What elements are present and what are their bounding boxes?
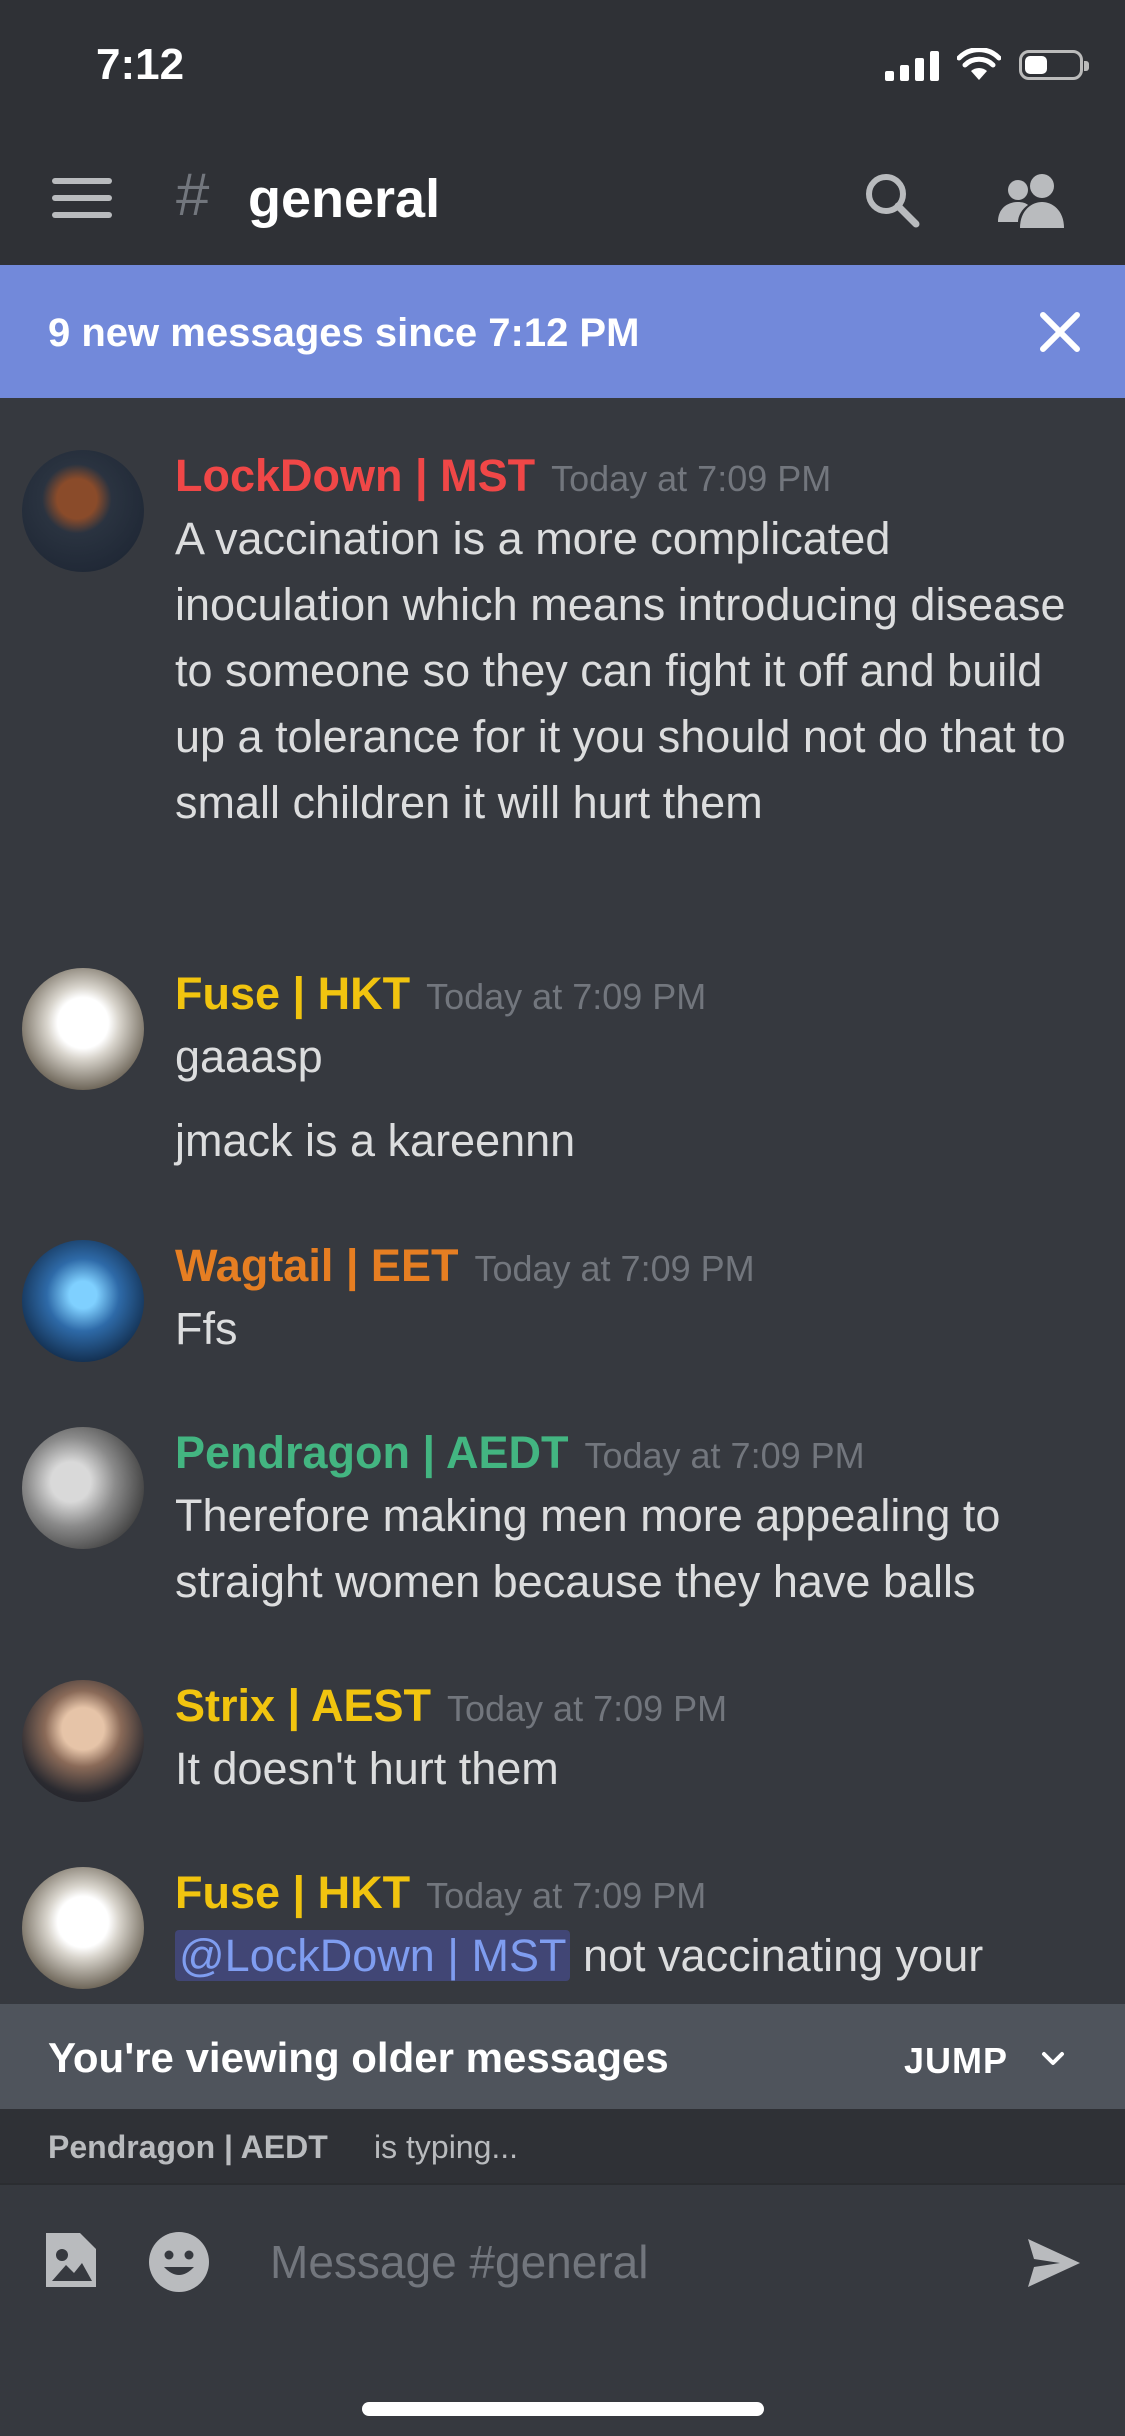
top-bar: 7:12 # general [0,0,1125,265]
timestamp: Today at 7:09 PM [584,1435,865,1476]
message-text: gaaasp [175,1031,323,1082]
timestamp: Today at 7:09 PM [446,1688,728,1729]
message-text: Therefore making men more appealing to s… [175,1490,1001,1607]
avatar[interactable] [22,1240,144,1362]
chevron-down-icon[interactable] [1038,2044,1068,2074]
new-messages-text: 9 new messages since 7:12 PM [48,311,640,355]
avatar[interactable] [22,1427,144,1549]
search-icon[interactable] [862,170,922,230]
typing-text: is typing... [374,2129,519,2165]
new-messages-banner[interactable]: 9 new messages since 7:12 PM [0,265,1125,398]
older-messages-text: You're viewing older messages [48,2034,669,2081]
status-icons [885,48,1089,82]
message-composer [0,2183,1125,2436]
avatar[interactable] [22,1680,144,1802]
message-text: A vaccination is a more complicated inoc… [175,513,1066,828]
message-text: jmack is a kareennn [175,1115,576,1166]
message-text: @LockDown | MST not vaccinating your [175,1923,1085,1989]
hamburger-menu-icon[interactable] [52,178,112,222]
older-messages-bar: You're viewing older messages JUMP [0,2004,1125,2109]
members-icon[interactable] [996,172,1070,228]
author-name[interactable]: Fuse | HKT [175,1867,410,1919]
message-list: LockDown | MST Today at 7:09 PM A vaccin… [0,398,1125,2004]
typing-indicator: Pendragon | AEDT is typing... [0,2109,1125,2183]
image-upload-icon[interactable] [40,2229,102,2291]
send-icon[interactable] [1026,2237,1082,2289]
battery-icon [1019,50,1089,80]
message-text-fragment: not vaccinating your [582,1930,984,1981]
author-name[interactable]: Pendragon | AEDT [175,1427,568,1479]
author-name[interactable]: Fuse | HKT [175,968,410,1020]
close-icon[interactable] [1037,309,1083,355]
message-input[interactable] [268,2225,972,2299]
avatar[interactable] [22,450,144,572]
typing-user: Pendragon | AEDT [48,2129,328,2165]
timestamp: Today at 7:09 PM [551,458,832,499]
emoji-icon[interactable] [146,2229,212,2295]
jump-button[interactable]: JUMP [904,2040,1008,2082]
channel-title: general [248,169,441,229]
channel-hash-icon: # [176,161,210,228]
avatar[interactable] [22,968,144,1090]
author-name[interactable]: LockDown | MST [175,450,535,502]
avatar[interactable] [22,1867,144,1989]
cellular-signal-icon [885,49,939,81]
author-name[interactable]: Strix | AEST [175,1680,431,1732]
user-mention[interactable]: @LockDown | MST [175,1930,571,1981]
home-indicator [362,2402,764,2416]
wifi-icon [957,48,1001,80]
status-time: 7:12 [96,40,185,89]
message-text: It doesn't hurt them [175,1743,559,1794]
timestamp: Today at 7:09 PM [426,1875,707,1916]
author-name[interactable]: Wagtail | EET [175,1240,458,1292]
timestamp: Today at 7:09 PM [474,1248,755,1289]
message-text: Ffs [175,1303,238,1354]
timestamp: Today at 7:09 PM [426,976,707,1017]
